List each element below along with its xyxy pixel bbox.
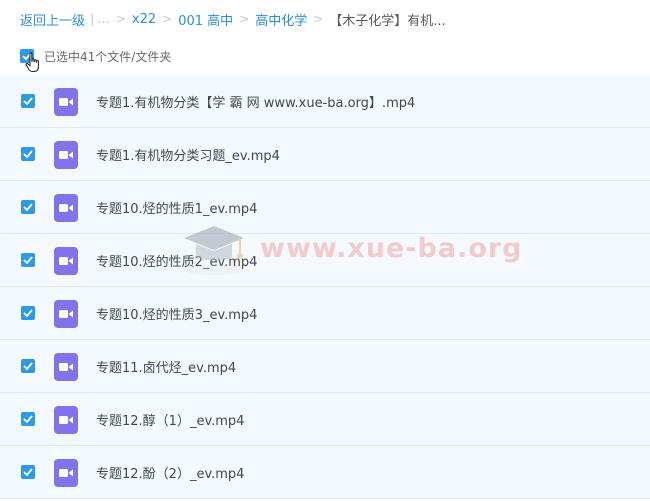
file-row[interactable]: 专题12.酚（2）_ev.mp4 <box>0 446 650 499</box>
breadcrumb-item-x22[interactable]: x22 <box>132 12 156 27</box>
file-checkbox[interactable] <box>21 412 35 426</box>
file-checkbox[interactable] <box>21 200 35 214</box>
breadcrumb-divider: | <box>90 11 95 27</box>
file-name[interactable]: 专题1.有机物分类习题_ev.mp4 <box>96 145 280 164</box>
file-list: 专题1.有机物分类【学 霸 网 www.xue-ba.org】.mp4 专题1.… <box>0 75 650 499</box>
breadcrumb-item-high-school-chemistry[interactable]: 高中化学 <box>255 10 307 29</box>
file-browser: 返回上一级 | ... > x22 > 001 高中 > 高中化学 > 【木子化… <box>0 0 650 501</box>
video-file-icon <box>54 406 78 434</box>
checkmark-icon <box>23 150 33 158</box>
file-row[interactable]: 专题11.卤代烃_ev.mp4 <box>0 340 650 393</box>
checkmark-icon <box>23 468 33 476</box>
select-all-checkbox[interactable] <box>20 49 34 63</box>
checkmark-icon <box>23 362 33 370</box>
breadcrumb-separator: > <box>162 12 173 26</box>
select-all-bar: 已选中41个文件/文件夹 <box>20 46 172 72</box>
file-row[interactable]: 专题10.烃的性质3_ev.mp4 <box>0 287 650 340</box>
file-row[interactable]: 专题1.有机物分类习题_ev.mp4 <box>0 128 650 181</box>
breadcrumb-separator: > <box>239 12 250 26</box>
checkmark-icon <box>23 415 33 423</box>
checkmark-icon <box>23 256 33 264</box>
checkmark-icon <box>23 309 33 317</box>
video-file-icon <box>54 88 78 116</box>
file-checkbox[interactable] <box>21 465 35 479</box>
file-checkbox[interactable] <box>21 94 35 108</box>
file-name[interactable]: 专题10.烃的性质1_ev.mp4 <box>96 198 257 217</box>
checkmark-icon <box>22 52 32 60</box>
video-file-icon <box>54 353 78 381</box>
breadcrumb: 返回上一级 | ... > x22 > 001 高中 > 高中化学 > 【木子化… <box>20 10 446 29</box>
video-file-icon <box>54 300 78 328</box>
file-name[interactable]: 专题12.酚（2）_ev.mp4 <box>96 463 244 482</box>
file-name[interactable]: 专题10.烃的性质3_ev.mp4 <box>96 304 257 323</box>
video-file-icon <box>54 459 78 487</box>
file-name[interactable]: 专题10.烃的性质2_ev.mp4 <box>96 251 257 270</box>
file-checkbox[interactable] <box>21 306 35 320</box>
file-name[interactable]: 专题11.卤代烃_ev.mp4 <box>96 357 236 376</box>
file-checkbox[interactable] <box>21 147 35 161</box>
file-checkbox[interactable] <box>21 359 35 373</box>
back-link[interactable]: 返回上一级 <box>20 10 85 29</box>
file-name[interactable]: 专题1.有机物分类【学 霸 网 www.xue-ba.org】.mp4 <box>96 92 415 111</box>
selection-status: 已选中41个文件/文件夹 <box>44 49 172 64</box>
file-row[interactable]: 专题12.醇（1）_ev.mp4 <box>0 393 650 446</box>
breadcrumb-separator: > <box>313 12 324 26</box>
video-file-icon <box>54 141 78 169</box>
file-row[interactable]: 专题10.烃的性质1_ev.mp4 <box>0 181 650 234</box>
checkmark-icon <box>23 97 33 105</box>
checkmark-icon <box>23 203 33 211</box>
file-checkbox[interactable] <box>21 253 35 267</box>
breadcrumb-separator: > <box>115 12 126 26</box>
video-file-icon <box>54 194 78 222</box>
file-name[interactable]: 专题12.醇（1）_ev.mp4 <box>96 410 244 429</box>
file-row[interactable]: 专题1.有机物分类【学 霸 网 www.xue-ba.org】.mp4 <box>0 75 650 128</box>
video-file-icon <box>54 247 78 275</box>
file-row[interactable]: 专题10.烃的性质2_ev.mp4 <box>0 234 650 287</box>
breadcrumb-ellipsis[interactable]: ... <box>97 12 109 27</box>
breadcrumb-item-001-senior-high[interactable]: 001 高中 <box>178 10 233 29</box>
breadcrumb-current: 【木子化学】有机... <box>329 13 446 29</box>
